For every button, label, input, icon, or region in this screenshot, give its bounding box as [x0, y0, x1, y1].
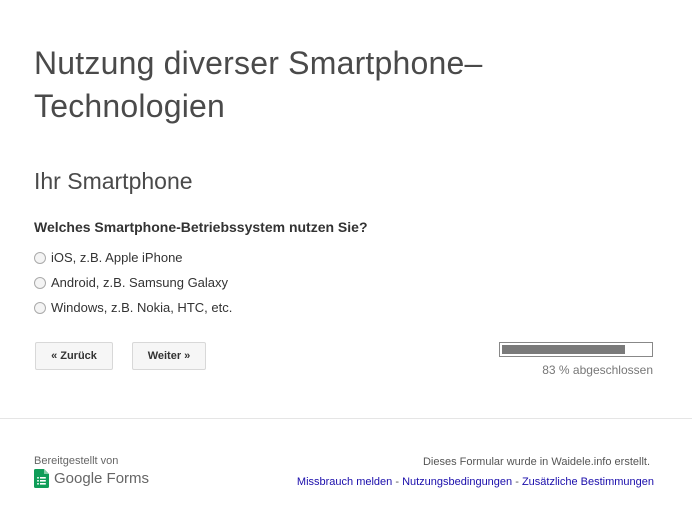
radio-option-label: iOS, z.B. Apple iPhone — [51, 250, 183, 265]
footer-divider — [0, 418, 692, 419]
next-button[interactable]: Weiter » — [132, 342, 206, 370]
form-title: Nutzung diverser Smartphone–Technologien — [34, 45, 483, 124]
progress-label: 83 % abgeschlossen — [542, 363, 653, 377]
powered-by-label: Bereitgestellt von — [34, 455, 119, 467]
progress-fill — [502, 345, 625, 354]
brand-product: Forms — [106, 470, 150, 487]
google-forms-icon — [34, 469, 49, 488]
back-button[interactable]: « Zurück — [35, 342, 113, 370]
additional-terms-link[interactable]: Zusätzliche Bestimmungen — [522, 476, 654, 488]
radio-button[interactable] — [34, 276, 46, 289]
radio-option-ios[interactable]: iOS, z.B. Apple iPhone — [34, 245, 232, 270]
radio-option-windows[interactable]: Windows, z.B. Nokia, HTC, etc. — [34, 295, 232, 320]
radio-group: iOS, z.B. Apple iPhone Android, z.B. Sam… — [34, 245, 232, 320]
radio-button[interactable] — [34, 301, 46, 314]
question-label: Welches Smartphone-Betriebssystem nutzen… — [34, 219, 368, 235]
radio-option-label: Android, z.B. Samsung Galaxy — [51, 275, 229, 290]
radio-button[interactable] — [34, 251, 46, 264]
progress-bar — [499, 342, 653, 357]
footer-links: Missbrauch melden - Nutzungsbedingungen … — [297, 476, 654, 488]
link-separator: - — [512, 476, 522, 488]
created-by-text: Dieses Formular wurde in Waidele.info er… — [422, 456, 650, 468]
radio-option-label: Windows, z.B. Nokia, HTC, etc. — [51, 300, 233, 315]
terms-link[interactable]: Nutzungsbedingungen — [402, 476, 512, 488]
link-separator: - — [392, 476, 403, 488]
radio-option-android[interactable]: Android, z.B. Samsung Galaxy — [34, 270, 232, 295]
google-forms-wordmark: Google Forms — [54, 470, 149, 487]
google-forms-logo[interactable]: Google Forms — [34, 469, 149, 488]
brand-name: Google — [54, 470, 103, 487]
report-abuse-link[interactable]: Missbrauch melden — [297, 476, 392, 488]
section-title: Ihr Smartphone — [34, 168, 193, 194]
